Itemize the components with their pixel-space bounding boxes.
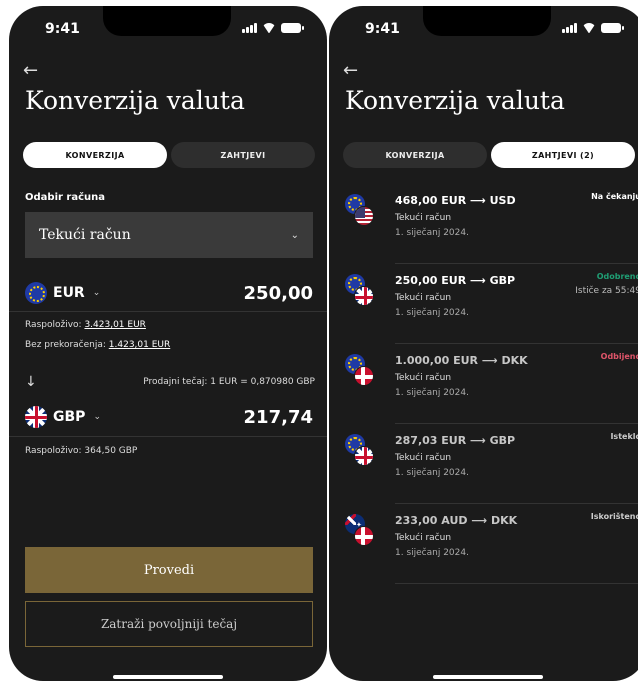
status-time: 9:41	[45, 21, 80, 37]
request-list-item[interactable]: 233,00 AUD ⟶ DKK Tekući račun 1. siječanj …	[329, 504, 638, 584]
request-date: 1. siječanj 2024.	[395, 228, 469, 238]
request-date: 1. siječanj 2024.	[395, 468, 469, 478]
exchange-rate-text: Prodajni tečaj: 1 EUR = 0,870980 GBP	[143, 377, 315, 387]
to-available-balance: Raspoloživo: 364,50 GBP	[25, 446, 138, 456]
tab-requests[interactable]: ZAHTJEVI	[171, 142, 315, 168]
back-arrow-icon[interactable]: ←	[23, 60, 38, 81]
divider	[9, 436, 327, 437]
notch	[103, 6, 231, 36]
to-currency-select[interactable]: GBP ⌄	[25, 406, 101, 428]
currency-pair-flags	[345, 514, 375, 548]
signal-icon	[562, 23, 577, 33]
currency-pair-flags	[345, 274, 375, 308]
phone-conversion-screen: 9:41 ← Konverzija valuta KONVERZIJA ZAHT…	[9, 6, 327, 681]
request-expiry: Ističe za 55:49	[575, 286, 638, 296]
chevron-down-icon: ⌄	[290, 229, 299, 241]
request-date: 1. siječanj 2024.	[395, 308, 469, 318]
request-account: Tekući račun	[395, 533, 452, 543]
request-account: Tekući račun	[395, 293, 452, 303]
signal-icon	[242, 23, 257, 33]
from-amount-input[interactable]: 250,00	[244, 283, 313, 304]
request-status: Odbijeno	[600, 352, 638, 361]
request-title: 1.000,00 EUR ⟶ DKK	[395, 354, 528, 367]
request-account: Tekući račun	[395, 213, 452, 223]
currency-pair-flags	[345, 434, 375, 468]
page-title: Konverzija valuta	[345, 86, 565, 115]
to-amount: 217,74	[243, 406, 313, 428]
notch	[423, 6, 551, 36]
gb-flag-icon	[354, 446, 374, 466]
request-date: 1. siječanj 2024.	[395, 548, 469, 558]
no-overdraft-balance: Bez prekoračenja: 1.423,01 EUR	[25, 340, 170, 350]
tab-conversion[interactable]: KONVERZIJA	[23, 142, 167, 168]
wifi-icon	[262, 23, 276, 33]
request-list-item[interactable]: 250,00 EUR ⟶ GBP Tekući račun 1. siječanj …	[329, 264, 638, 344]
tab-bar: KONVERZIJA ZAHTJEVI (2)	[343, 142, 635, 168]
request-date: 1. siječanj 2024.	[395, 388, 469, 398]
status-time: 9:41	[365, 21, 400, 37]
request-list-item[interactable]: 1.000,00 EUR ⟶ DKK Tekući račun 1. siječan…	[329, 344, 638, 424]
request-title: 468,00 EUR ⟶ USD	[395, 194, 516, 207]
request-list-item[interactable]: 287,03 EUR ⟶ GBP Tekući račun 1. siječanj …	[329, 424, 638, 504]
home-indicator	[433, 675, 543, 679]
exchange-rate-row: ↓ Prodajni tečaj: 1 EUR = 0,870980 GBP	[25, 374, 315, 390]
available-balance: Raspoloživo: 3.423,01 EUR	[25, 320, 146, 330]
request-status: Odobreno	[596, 272, 638, 281]
tab-bar: KONVERZIJA ZAHTJEVI	[23, 142, 315, 168]
request-better-rate-button[interactable]: Zatraži povoljniji tečaj	[25, 601, 313, 647]
account-select[interactable]: Tekući račun ⌄	[25, 212, 313, 258]
account-select-value: Tekući račun	[39, 227, 131, 243]
from-currency-row: EUR ⌄ 250,00	[25, 282, 313, 304]
account-label: Odabir računa	[25, 192, 105, 203]
request-status: Iskorišteno	[590, 512, 638, 521]
battery-icon	[281, 23, 304, 33]
request-account: Tekući račun	[395, 453, 452, 463]
divider	[395, 583, 638, 584]
request-status: Na čekanju	[591, 192, 638, 201]
back-arrow-icon[interactable]: ←	[343, 60, 358, 81]
dk-flag-icon	[354, 366, 374, 386]
currency-pair-flags	[345, 194, 375, 228]
phone-requests-screen: 9:41 ← Konverzija valuta KONVERZIJA ZAHT…	[329, 6, 638, 681]
arrow-down-icon: ↓	[25, 374, 37, 390]
currency-pair-flags	[345, 354, 375, 388]
request-title: 250,00 EUR ⟶ GBP	[395, 274, 516, 287]
chevron-down-icon: ⌄	[92, 288, 101, 298]
request-title: 287,03 EUR ⟶ GBP	[395, 434, 516, 447]
from-currency-select[interactable]: EUR ⌄	[25, 282, 100, 304]
request-status: Isteklo	[610, 432, 638, 441]
available-label: Raspoloživo:	[25, 320, 82, 330]
divider	[9, 311, 327, 312]
dk-flag-icon	[354, 526, 374, 546]
gb-flag-icon	[354, 286, 374, 306]
no-overdraft-value: 1.423,01 EUR	[108, 340, 171, 350]
to-currency-code: GBP	[53, 409, 86, 425]
execute-button[interactable]: Provedi	[25, 547, 313, 593]
home-indicator	[113, 675, 223, 679]
chevron-down-icon: ⌄	[93, 412, 101, 422]
tab-requests[interactable]: ZAHTJEVI (2)	[491, 142, 635, 168]
status-icons	[242, 23, 304, 33]
from-currency-code: EUR	[53, 285, 85, 301]
wifi-icon	[582, 23, 596, 33]
request-list-item[interactable]: 468,00 EUR ⟶ USD Tekući račun 1. siječanj …	[329, 184, 638, 264]
eu-flag-icon	[25, 282, 47, 304]
tab-conversion[interactable]: KONVERZIJA	[343, 142, 487, 168]
us-flag-icon	[354, 206, 374, 226]
status-icons	[562, 23, 624, 33]
gb-flag-icon	[25, 406, 47, 428]
request-title: 233,00 AUD ⟶ DKK	[395, 514, 518, 527]
request-account: Tekući račun	[395, 373, 452, 383]
no-overdraft-label: Bez prekoračenja:	[25, 340, 106, 350]
to-currency-row: GBP ⌄ 217,74	[25, 406, 313, 428]
battery-icon	[601, 23, 624, 33]
page-title: Konverzija valuta	[25, 86, 245, 115]
available-value: 3.423,01 EUR	[84, 320, 146, 330]
